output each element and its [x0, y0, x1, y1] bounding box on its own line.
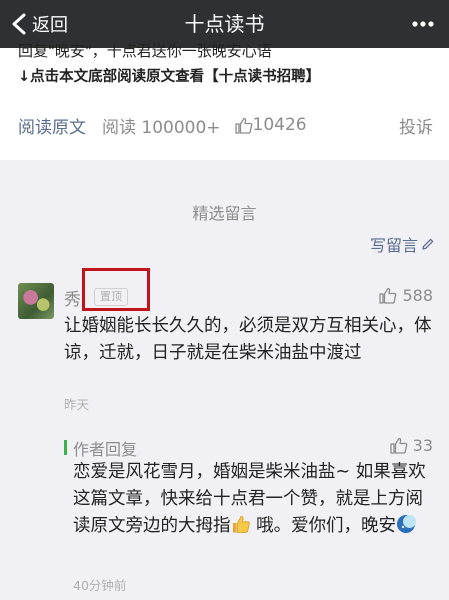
article-like-button[interactable]: 10426 [234, 115, 307, 135]
comment-author-name: 秀 [64, 290, 81, 310]
comment-like-button[interactable]: 588 [379, 286, 433, 305]
crescent-moon-emoji [397, 515, 417, 533]
pencil-icon [422, 238, 434, 250]
write-comment-button[interactable]: 写留言 [370, 232, 435, 256]
highlight-box [82, 268, 150, 311]
reply-text: 恋爱是风花雪月，婚姻是柴米油盐~ 如果喜欢这篇文章，快来给十点君一个赞，就是上方… [73, 459, 435, 540]
thumbs-up-icon [234, 117, 252, 134]
featured-comments-heading: 精选留言 [192, 204, 257, 223]
write-comment-label: 写留言 [369, 236, 418, 255]
reply-accent-bar [64, 440, 67, 455]
article-stats: 阅读原文 阅读 100000+ 10426 投诉 [18, 111, 433, 139]
more-dots-icon[interactable] [411, 13, 435, 35]
comment-time: 昨天 [64, 397, 90, 412]
reply-like-count: 33 [412, 436, 433, 455]
read-count: 阅读 100000+ [102, 117, 221, 138]
thumbs-up-emoji [232, 516, 250, 533]
recruit-notice[interactable]: ↓点击本文底部阅读原文查看【十点读书招聘】 [18, 65, 320, 86]
article-like-count: 10426 [252, 115, 307, 135]
reply-text-part2: 哦。爱你们，晚安 [250, 516, 397, 536]
author-reply-label: 作者回复 [73, 440, 138, 459]
article-footer: 回复"晚安"，十点君送你一张晚安心语 ↓点击本文底部阅读原文查看【十点读书招聘】… [0, 42, 449, 160]
thumbs-up-icon [379, 287, 397, 304]
article-text-line: 回复"晚安"，十点君送你一张晚安心语 [18, 42, 272, 60]
reply-time: 40分钟前 [73, 578, 127, 593]
comment-like-count: 588 [402, 286, 433, 305]
avatar[interactable] [18, 283, 54, 319]
thumbs-up-icon [389, 437, 407, 454]
report-link[interactable]: 投诉 [399, 113, 433, 138]
reply-like-button[interactable]: 33 [389, 436, 433, 455]
comment-text: 让婚姻能长长久久的，必须是双方互相关心，体谅，迁就，日子就是在柴米油盐中渡过 [64, 316, 432, 363]
read-original-link[interactable]: 阅读原文 [18, 113, 86, 138]
